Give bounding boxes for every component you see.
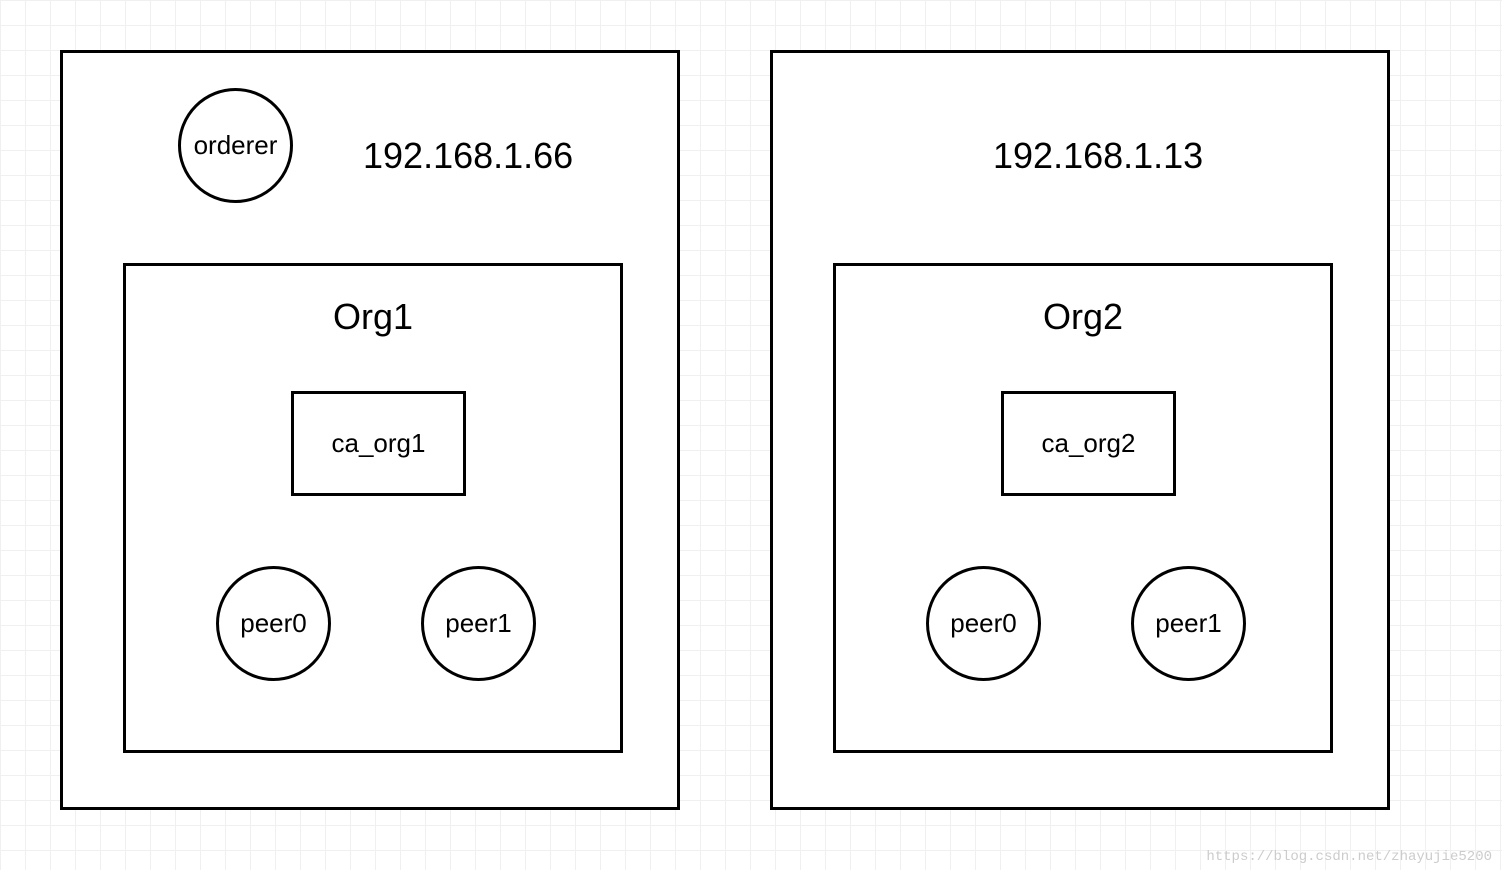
peer0-label-org1: peer0 bbox=[240, 608, 307, 639]
org-box-2: Org2 ca_org2 peer0 peer1 bbox=[833, 263, 1333, 753]
host-ip-2: 192.168.1.13 bbox=[993, 135, 1203, 177]
ca-box-org1: ca_org1 bbox=[291, 391, 466, 496]
org-name-2: Org2 bbox=[836, 296, 1330, 338]
org-box-1: Org1 ca_org1 peer0 peer1 bbox=[123, 263, 623, 753]
orderer-node: orderer bbox=[178, 88, 293, 203]
peer1-label-org2: peer1 bbox=[1155, 608, 1222, 639]
org-name-1: Org1 bbox=[126, 296, 620, 338]
peer1-org2: peer1 bbox=[1131, 566, 1246, 681]
orderer-label: orderer bbox=[194, 130, 278, 161]
peer0-org2: peer0 bbox=[926, 566, 1041, 681]
ca-label-org2: ca_org2 bbox=[1042, 428, 1136, 459]
peer1-label-org1: peer1 bbox=[445, 608, 512, 639]
host-box-1: orderer 192.168.1.66 Org1 ca_org1 peer0 … bbox=[60, 50, 680, 810]
watermark: https://blog.csdn.net/zhayujie5200 bbox=[1206, 849, 1492, 865]
ca-label-org1: ca_org1 bbox=[332, 428, 426, 459]
host-box-2: 192.168.1.13 Org2 ca_org2 peer0 peer1 bbox=[770, 50, 1390, 810]
peer0-label-org2: peer0 bbox=[950, 608, 1017, 639]
host-ip-1: 192.168.1.66 bbox=[363, 135, 573, 177]
peer0-org1: peer0 bbox=[216, 566, 331, 681]
peer1-org1: peer1 bbox=[421, 566, 536, 681]
ca-box-org2: ca_org2 bbox=[1001, 391, 1176, 496]
diagram-canvas: orderer 192.168.1.66 Org1 ca_org1 peer0 … bbox=[0, 0, 1502, 870]
